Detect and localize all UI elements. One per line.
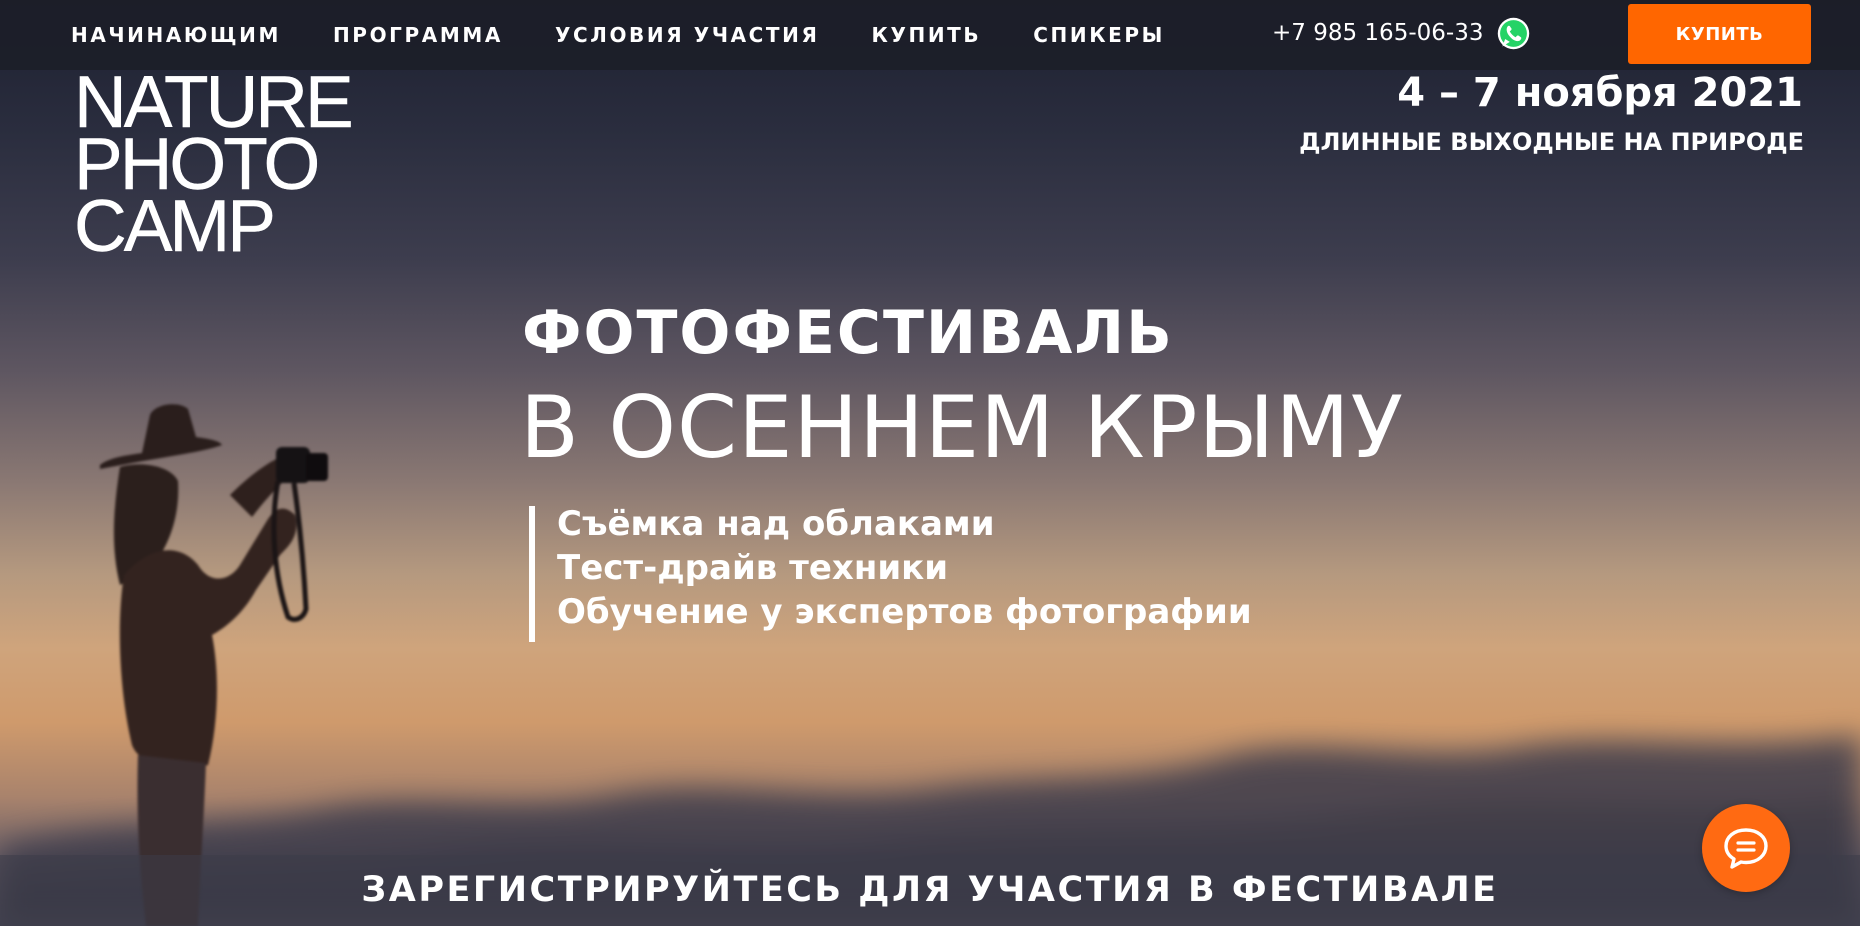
event-subtitle: ДЛИННЫЕ ВЫХОДНЫЕ НА ПРИРОДЕ [1299,128,1804,156]
logo-line-3: CAMP [74,186,276,267]
feature-item: Обучение у экспертов фотографии [557,592,1252,632]
hero-title-line-2: В ОСЕННЕМ КРЫМУ [520,378,1405,478]
whatsapp-icon[interactable] [1495,15,1532,52]
nav-item-buy[interactable]: КУПИТЬ [872,23,982,47]
buy-button[interactable]: КУПИТЬ [1628,4,1811,64]
nav-item-speakers[interactable]: СПИКЕРЫ [1033,23,1165,47]
phone-number[interactable]: +7 985 165-06-33 [1272,0,1483,66]
nature-photo-camp-logo[interactable]: NATURE PHOTO CAMP [74,66,354,267]
hero-title-line-1: ФОТОФЕСТИВАЛЬ [522,298,1174,368]
nav-item-conditions[interactable]: УСЛОВИЯ УЧАСТИЯ [555,23,820,47]
chat-bubble-icon [1724,828,1768,869]
event-dates: 4 – 7 ноября 2021 [1397,70,1803,116]
register-link[interactable]: ЗАРЕГИСТРИРУЙТЕСЬ ДЛЯ УЧАСТИЯ В ФЕСТИВАЛ… [0,870,1860,910]
feature-list: Съёмка над облаками Тест-драйв техники О… [529,504,1252,642]
photographer-silhouette [100,404,328,926]
top-navigation-bar: НАЧИНАЮЩИМ ПРОГРАММА УСЛОВИЯ УЧАСТИЯ КУП… [0,0,1860,70]
chat-button[interactable] [1702,804,1790,892]
main-nav: НАЧИНАЮЩИМ ПРОГРАММА УСЛОВИЯ УЧАСТИЯ КУП… [71,0,1165,70]
nav-item-beginners[interactable]: НАЧИНАЮЩИМ [71,23,281,47]
nav-item-program[interactable]: ПРОГРАММА [333,23,503,47]
hero-page: НАЧИНАЮЩИМ ПРОГРАММА УСЛОВИЯ УЧАСТИЯ КУП… [0,0,1860,926]
